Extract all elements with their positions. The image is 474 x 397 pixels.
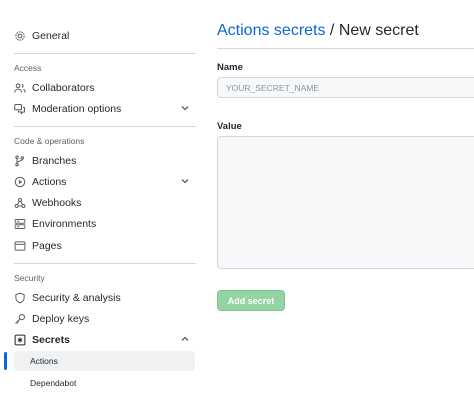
sidebar-item-environments[interactable]: Environments [14, 214, 196, 234]
sidebar-item-label: Deploy keys [32, 313, 90, 325]
sidebar-item-label: Branches [32, 155, 77, 167]
server-icon [14, 218, 26, 230]
sidebar-item-collaborators[interactable]: Collaborators [14, 78, 196, 98]
sidebar-item-label: Environments [32, 218, 97, 230]
sidebar-item-secrets[interactable]: Secrets [14, 330, 196, 350]
browser-icon [14, 240, 26, 252]
sidebar-divider [14, 126, 196, 127]
section-heading-code-operations: Code & operations [14, 136, 85, 146]
sidebar-item-branches[interactable]: Branches [14, 151, 196, 171]
breadcrumb-separator: / [325, 22, 339, 39]
shield-icon [14, 292, 26, 304]
sidebar-item-label: Pages [32, 240, 62, 252]
sidebar-item-actions[interactable]: Actions [14, 172, 196, 192]
sidebar-item-deploy-keys[interactable]: Deploy keys [14, 309, 196, 329]
add-secret-button[interactable]: Add secret [217, 290, 285, 311]
sidebar-item-label: Collaborators [32, 82, 95, 94]
settings-page: General Access Collaborators Moderation … [0, 0, 474, 397]
asterisk-box-icon [14, 334, 26, 346]
gear-icon [14, 30, 26, 42]
chevron-down-icon [180, 176, 190, 186]
people-icon [14, 82, 26, 94]
sidebar-divider [14, 53, 196, 54]
sidebar-subitem-actions-secrets[interactable]: Actions [14, 351, 195, 371]
sidebar-item-moderation-options[interactable]: Moderation options [14, 99, 196, 119]
webhook-icon [14, 197, 26, 209]
comment-discussion-icon [14, 103, 26, 115]
git-branch-icon [14, 155, 26, 167]
sidebar-item-label: Actions [32, 176, 67, 188]
section-heading-security: Security [14, 273, 45, 283]
sidebar-item-security-analysis[interactable]: Security & analysis [14, 288, 196, 308]
breadcrumb-actions-secrets-link[interactable]: Actions secrets [217, 22, 325, 39]
value-label: Value [217, 121, 242, 132]
breadcrumb-current: New secret [338, 22, 419, 39]
sidebar-item-label: General [32, 30, 70, 42]
chevron-up-icon [180, 334, 190, 344]
secret-value-textarea[interactable] [217, 136, 474, 269]
sidebar-item-label: Moderation options [32, 103, 122, 115]
title-divider [217, 48, 474, 49]
secret-name-placeholder: YOUR_SECRET_NAME [226, 82, 320, 93]
sidebar-subitem-dependabot-secrets[interactable]: Dependabot [14, 373, 195, 393]
name-label: Name [217, 62, 243, 73]
key-icon [14, 313, 26, 325]
play-icon [14, 176, 26, 188]
settings-sidebar: General Access Collaborators Moderation … [0, 0, 200, 397]
selected-indicator [4, 352, 7, 370]
sidebar-item-label: Secrets [32, 334, 70, 346]
page-title: Actions secrets / New secret [217, 22, 419, 40]
sidebar-item-label: Webhooks [32, 197, 82, 209]
section-heading-access: Access [14, 63, 42, 73]
sidebar-item-label: Security & analysis [32, 292, 121, 304]
chevron-down-icon [180, 103, 190, 113]
sidebar-item-pages[interactable]: Pages [14, 236, 196, 256]
sidebar-item-general[interactable]: General [14, 26, 196, 46]
sidebar-item-webhooks[interactable]: Webhooks [14, 193, 196, 213]
sidebar-divider [14, 263, 196, 264]
secret-name-input[interactable]: YOUR_SECRET_NAME [217, 77, 474, 98]
